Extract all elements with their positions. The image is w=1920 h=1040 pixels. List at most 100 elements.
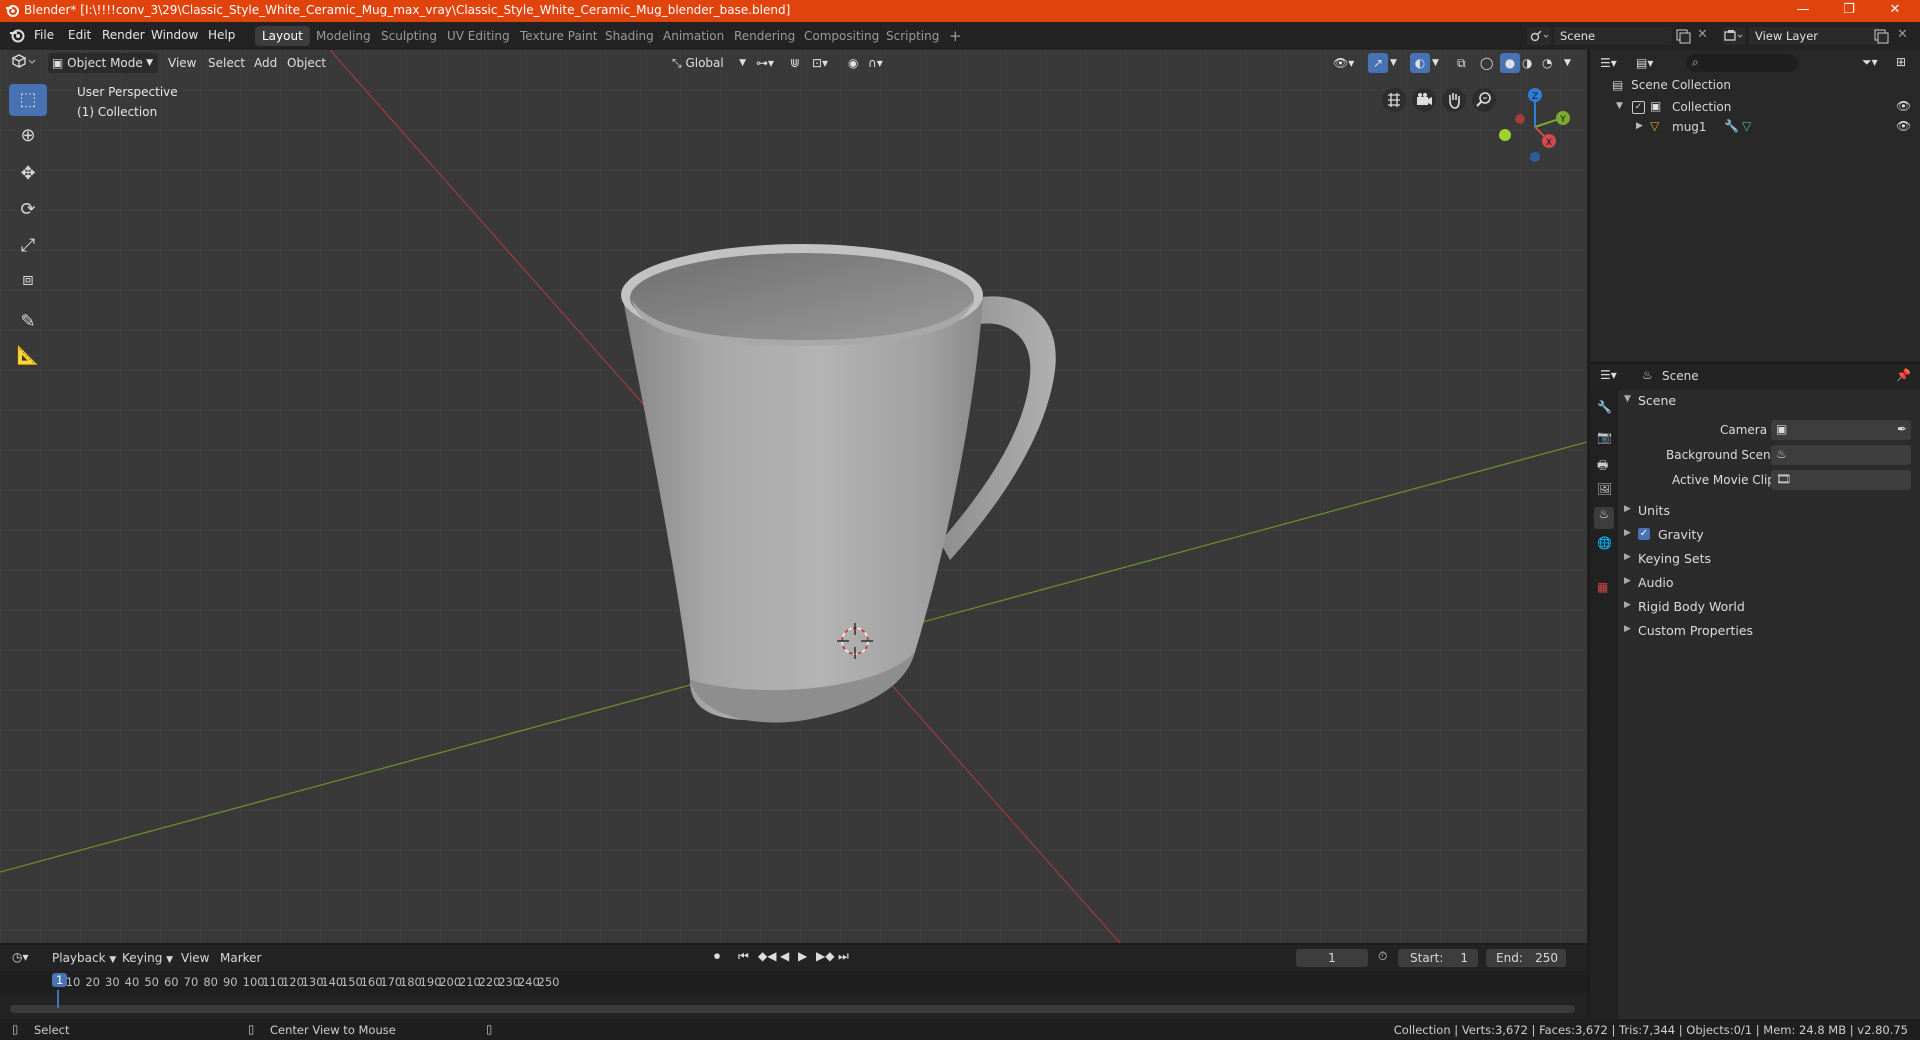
timeline-ruler[interactable] <box>0 971 1587 993</box>
add-workspace-button[interactable]: + <box>942 26 969 46</box>
camera-field[interactable]: ▣ ✒ <box>1771 420 1911 440</box>
world-tab-icon[interactable]: 🌐 <box>1597 536 1612 550</box>
navigation-gizmo[interactable]: Z Y X <box>1490 82 1580 172</box>
eye-icon[interactable]: 👁 <box>1896 119 1911 133</box>
pin-icon[interactable]: 📌 <box>1896 368 1911 382</box>
gizmo-dropdown-icon[interactable]: ▼ <box>1390 53 1397 73</box>
scale-tool-icon[interactable]: ⤢ <box>9 230 47 262</box>
visibility-selectable-icon[interactable]: 👁▾ <box>1333 53 1354 73</box>
rigid-body-world-panel[interactable]: ▶ Rigid Body World <box>1616 596 1912 618</box>
tab-modeling[interactable]: Modeling <box>309 26 378 46</box>
snap-target-icon[interactable]: ⊡▾ <box>812 53 828 73</box>
maximize-button[interactable]: ❐ <box>1826 0 1872 22</box>
overlays-toggle-icon[interactable]: ◐ <box>1410 53 1430 73</box>
gizmo-neg-y-icon[interactable] <box>1499 129 1511 141</box>
scene-browse-icon[interactable] <box>1527 27 1551 45</box>
stopwatch-icon[interactable]: ⏱ <box>1378 949 1387 964</box>
timeline-view-menu[interactable]: View <box>181 951 209 965</box>
active-movie-clip-field[interactable]: 🎞 <box>1771 470 1911 490</box>
pivot-point-icon[interactable]: ⊶▾ <box>756 53 774 73</box>
tab-sculpting[interactable]: Sculpting <box>374 26 444 46</box>
menu-help[interactable]: Help <box>208 28 235 42</box>
start-frame-field[interactable]: Start: 1 <box>1398 949 1478 967</box>
keying-sets-panel[interactable]: ▶ Keying Sets <box>1616 548 1912 570</box>
wireframe-shading-icon[interactable]: ◯ <box>1480 53 1493 73</box>
minimize-button[interactable]: — <box>1780 0 1826 22</box>
shading-dropdown-icon[interactable]: ▼ <box>1564 53 1571 73</box>
pan-hand-icon[interactable] <box>1442 88 1466 112</box>
render-tab-icon[interactable]: 📷 <box>1597 430 1612 444</box>
toggle-camera-grid-icon[interactable] <box>1382 88 1406 112</box>
overlays-dropdown-icon[interactable]: ▼ <box>1432 53 1439 73</box>
outliner-row-collection[interactable]: ▼ ✓ ▣ Collection 👁 <box>1590 98 1920 118</box>
transform-tool-icon[interactable]: ⧈ <box>9 264 47 296</box>
current-frame-field[interactable]: 1 <box>1296 949 1368 967</box>
playback-menu[interactable]: Playback ▼ <box>52 951 116 965</box>
next-keyframe-icon[interactable]: ▶◆ <box>816 949 834 963</box>
output-tab-icon[interactable]: 🖶 <box>1597 456 1608 477</box>
playhead-line[interactable] <box>57 990 59 1008</box>
outliner-display-mode-icon[interactable]: ▤▾ <box>1636 56 1653 70</box>
falloff-icon[interactable]: ∩▾ <box>868 53 883 73</box>
editor-type-icon[interactable] <box>10 53 38 74</box>
menu-add[interactable]: Add <box>254 53 277 73</box>
menu-select[interactable]: Select <box>208 53 245 73</box>
select-box-tool-icon[interactable]: ⬚ <box>9 84 47 116</box>
properties-editor-type-icon[interactable]: ☰▾ <box>1600 368 1617 382</box>
jump-start-icon[interactable]: ⏮ <box>738 949 749 964</box>
audio-panel[interactable]: ▶ Audio <box>1616 572 1912 594</box>
eye-icon[interactable]: 👁 <box>1896 99 1911 113</box>
view-layer-browse-icon[interactable] <box>1722 27 1746 45</box>
menu-edit[interactable]: Edit <box>68 28 91 42</box>
record-button-icon[interactable]: ⏺ <box>714 949 720 964</box>
collection-checkbox[interactable]: ✓ <box>1632 101 1645 114</box>
outliner-row-scene-collection[interactable]: ▤ Scene Collection <box>1612 78 1731 98</box>
camera-view-icon[interactable] <box>1412 88 1436 112</box>
modifier-wrench-icon[interactable]: 🔧 <box>1724 119 1739 133</box>
tab-layout[interactable]: Layout <box>255 26 310 46</box>
snap-magnet-icon[interactable]: ⋓ <box>790 53 800 73</box>
tab-animation[interactable]: Animation <box>656 26 731 46</box>
delete-view-layer-icon[interactable]: ✕ <box>1897 27 1908 42</box>
xray-toggle-icon[interactable]: ⧉ <box>1457 53 1466 73</box>
end-frame-field[interactable]: End: 250 <box>1486 949 1566 967</box>
delete-scene-icon[interactable]: ✕ <box>1697 27 1708 42</box>
outliner-row-mug1[interactable]: ▶ ▽ mug1 🔧 ▽ 👁 <box>1590 118 1920 138</box>
texture-tab-icon[interactable]: ▦ <box>1597 580 1608 594</box>
3d-viewport[interactable]: User Perspective (1) Collection Z Y X <box>0 50 1587 943</box>
units-panel[interactable]: ▶ Units <box>1616 500 1912 522</box>
blender-menu-icon[interactable] <box>9 27 25 46</box>
scene-tab-icon[interactable]: ♨ <box>1594 507 1614 529</box>
eyedropper-icon[interactable]: ✒ <box>1897 422 1907 436</box>
new-scene-icon[interactable] <box>1675 28 1691 47</box>
tab-compositing[interactable]: Compositing <box>797 26 886 46</box>
play-icon[interactable]: ▶ <box>798 949 807 963</box>
tab-uv-editing[interactable]: UV Editing <box>440 26 517 46</box>
cursor-tool-icon[interactable]: ⊕ <box>9 120 47 152</box>
new-view-layer-icon[interactable] <box>1873 28 1889 47</box>
expand-arrow-icon[interactable]: ▼ <box>1616 101 1623 111</box>
outliner-editor-type-icon[interactable]: ☰▾ <box>1600 56 1617 70</box>
object-mode-dropdown[interactable]: ▣ Object Mode ▼ <box>48 53 158 73</box>
solid-shading-icon[interactable]: ● <box>1500 53 1520 73</box>
menu-object[interactable]: Object <box>287 53 326 73</box>
marker-menu[interactable]: Marker <box>220 951 261 965</box>
timeline-scrollbar[interactable] <box>10 1005 1575 1013</box>
scene-panel-header[interactable]: ▼ Scene <box>1616 390 1912 412</box>
view-layer-tab-icon[interactable]: 🖼 <box>1597 482 1612 496</box>
tool-tab-icon[interactable]: 🔧 <box>1597 400 1612 414</box>
timeline-editor-type-icon[interactable]: ◷▾ <box>12 950 29 964</box>
new-collection-icon[interactable]: ⊞ <box>1896 55 1906 69</box>
scene-name-field[interactable]: Scene <box>1554 27 1672 45</box>
gizmo-toggle-icon[interactable]: ↗ <box>1368 53 1388 73</box>
outliner-search-input[interactable]: ⌕ <box>1686 54 1798 72</box>
keying-menu[interactable]: Keying ▼ <box>122 951 173 965</box>
gravity-panel[interactable]: ▶ ✓ Gravity <box>1616 524 1912 546</box>
custom-properties-panel[interactable]: ▶ Custom Properties <box>1616 620 1912 642</box>
gravity-checkbox[interactable]: ✓ <box>1638 528 1650 540</box>
view-layer-field[interactable]: View Layer <box>1749 27 1881 45</box>
filter-icon[interactable]: ⏷▾ <box>1862 55 1878 70</box>
tab-shading[interactable]: Shading <box>598 26 661 46</box>
gizmo-neg-x-icon[interactable] <box>1515 114 1525 124</box>
rendered-shading-icon[interactable]: ◔ <box>1542 53 1552 73</box>
